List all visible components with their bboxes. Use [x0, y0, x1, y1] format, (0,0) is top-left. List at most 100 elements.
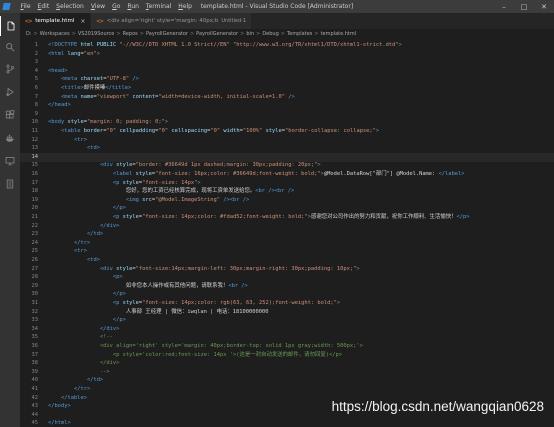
code-token-tag: </title>: [105, 85, 132, 91]
menu-item-help[interactable]: Help: [175, 0, 196, 13]
code-token-tag: >: [164, 119, 169, 126]
code-token-tag: <p>: [112, 274, 123, 281]
breadcrumb-item[interactable]: Templates: [287, 29, 312, 39]
menu-label: o: [116, 3, 121, 10]
testing-icon[interactable]: [0, 174, 20, 194]
breadcrumb-item[interactable]: Workspaces: [40, 29, 70, 39]
code-token-tag: </p>: [112, 205, 126, 212]
code-token-tag: </div>: [99, 325, 120, 332]
breadcrumb-item[interactable]: bin: [246, 29, 254, 39]
extensions-icon[interactable]: [0, 105, 20, 125]
menu-item-terminal[interactable]: Terminal: [142, 0, 174, 13]
docker-icon[interactable]: [0, 128, 20, 148]
breadcrumb-separator: >: [240, 31, 245, 37]
breadcrumb-item[interactable]: VS2019Source: [78, 29, 115, 39]
menu-item-selection[interactable]: Selection: [53, 0, 88, 13]
code-token-str: "0": [158, 128, 169, 134]
code-token-tag: <tr>: [73, 248, 87, 255]
breadcrumb-separator: >: [116, 31, 121, 37]
code-token-str: "0": [106, 128, 117, 134]
code-token-tag: <!DOCTYPE: [48, 42, 81, 48]
tab-label: template.html: [35, 18, 75, 24]
code-token-attr: charset: [80, 76, 104, 83]
breadcrumb-item[interactable]: D:: [26, 29, 32, 39]
code-token-tag: <div: [99, 265, 117, 272]
code-token-str: "border: #36649d 1px dashed;margin: 30px…: [135, 162, 318, 169]
code-token-tag: <br />: [228, 282, 248, 289]
tab-template-html[interactable]: <> template.html ×: [20, 13, 92, 29]
close-icon[interactable]: ×: [80, 18, 85, 25]
code-token-tag: >: [197, 179, 201, 186]
code-token-str: "viewport": [96, 93, 130, 100]
code-token-tag: <img: [125, 196, 143, 203]
menu-bar: File Edit Selection View Go Run Terminal Help: [17, 0, 195, 13]
menu-item-go[interactable]: Go: [109, 0, 124, 13]
menu-item-file[interactable]: File: [17, 0, 34, 13]
menu-item-edit[interactable]: Edit: [34, 0, 53, 13]
source-control-icon[interactable]: [0, 59, 20, 79]
code-token-cm: -->: [99, 368, 110, 375]
breadcrumb-item[interactable]: Debug: [262, 29, 278, 39]
menu-label: un: [131, 3, 139, 10]
search-icon[interactable]: [0, 37, 20, 57]
code-token-tag: </html>: [48, 420, 71, 427]
maximize-icon[interactable]: □: [514, 0, 534, 13]
code-token-str: "-//W3C//DTD XHTML 1.0 Strict//EN": [119, 42, 230, 48]
breadcrumb-item[interactable]: PayrollGenerator: [146, 29, 188, 39]
code-token-str: "http://www.w3.org/TR/xhtml1/DTD/xhtml1-…: [233, 42, 399, 48]
breadcrumb-separator: >: [280, 31, 285, 37]
minimize-icon[interactable]: –: [494, 0, 514, 13]
run-debug-icon[interactable]: [0, 82, 20, 102]
code-token-attr: style: [135, 171, 152, 177]
menu-item-run[interactable]: Run: [124, 0, 143, 13]
breadcrumb-item[interactable]: Repos: [123, 29, 138, 39]
code-editor[interactable]: 1 <!DOCTYPE html PUBLIC "-//W3C//DTD XHTM…: [20, 39, 554, 427]
code-token-str: "font-size: 14px;color: rgb(63, 63, 252)…: [142, 300, 337, 306]
menu-label: election: [59, 3, 84, 10]
title-bar: File Edit Selection View Go Run Terminal Help t…: [0, 0, 554, 13]
close-window-icon[interactable]: ✕: [534, 0, 554, 13]
breadcrumb-item[interactable]: PayrollGenerator: [196, 29, 238, 39]
code-token-tag: <p: [112, 214, 123, 220]
code-token-tag: </label>: [438, 171, 465, 177]
files-icon[interactable]: [0, 16, 20, 36]
code-token-attr: width: [223, 128, 240, 134]
breadcrumb-item[interactable]: template.html: [321, 29, 357, 39]
code-token-txt: 人事部 王经理 | 微信：iwqlan | 电话：18100000000: [125, 308, 269, 315]
code-token-tag: <p: [112, 179, 123, 186]
code-token-tag: <td>: [86, 145, 100, 152]
code-token-tag: />: [132, 76, 139, 83]
code-token-str: "100%": [242, 128, 263, 134]
tab-untitled-1[interactable]: <> <div align='right' style='margin: 40p…: [91, 13, 253, 29]
code-token-tag: </tr>: [73, 386, 91, 392]
code-token-tag: <html: [48, 50, 68, 57]
code-line[interactable]: 45 </html>: [20, 419, 554, 427]
menu-label: elp: [182, 3, 192, 10]
code-token-tag: <br />: [255, 188, 275, 195]
code-token-cm: <p style='color:red;font-size: 14px '>(这…: [112, 351, 342, 358]
menu-item-view[interactable]: View: [87, 0, 108, 13]
code-token-attr: lang: [67, 50, 81, 57]
code-token-cm: <!--: [99, 334, 113, 341]
code-token-tag: </body>: [48, 403, 71, 410]
code-token-attr: cellpadding: [119, 128, 156, 134]
remote-explorer-icon[interactable]: [0, 151, 20, 171]
code-token-tag: </table>: [60, 394, 87, 401]
menu-label: erminal: [148, 3, 172, 10]
